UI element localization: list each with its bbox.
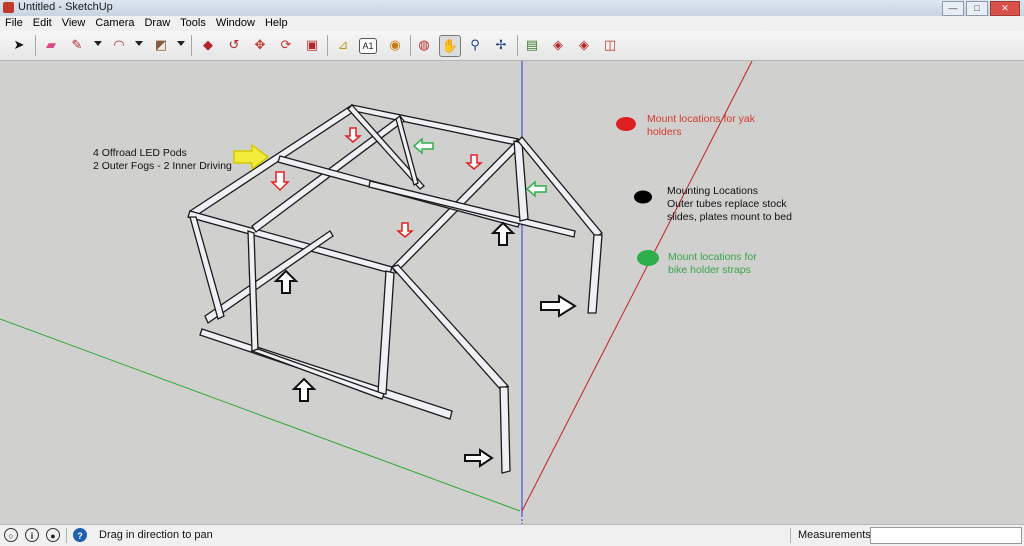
- orbit-tool[interactable]: ◍: [414, 35, 434, 55]
- frame-tube: [513, 140, 529, 222]
- arrow-cursor-icon: ➤: [13, 37, 25, 52]
- minimize-button[interactable]: —: [942, 1, 964, 16]
- frame-tube: [499, 386, 511, 474]
- frame-tube: [247, 230, 259, 352]
- push-pull-tool[interactable]: ◆: [198, 35, 218, 55]
- mounting-locations-note: Mounting Locations Outer tubes replace s…: [667, 185, 792, 223]
- status-bar: ○ i ● ? Drag in direction to pan Measure…: [0, 524, 1024, 546]
- pan-tool[interactable]: ✋: [439, 35, 461, 57]
- status-divider: [66, 528, 67, 543]
- follow-me-tool[interactable]: ↺: [224, 35, 244, 55]
- rectangle-tool[interactable]: ◩: [151, 35, 171, 55]
- user-icon[interactable]: ●: [46, 528, 60, 542]
- measurements-label: Measurements: [798, 529, 871, 541]
- toolbar-separator: [191, 35, 192, 56]
- rectangle-dropdown-icon[interactable]: [177, 41, 185, 46]
- black-arrow: [273, 221, 577, 468]
- magnifier-icon: ⚲: [470, 37, 480, 52]
- geo-location-icon[interactable]: ○: [4, 528, 18, 542]
- toolbar-separator: [517, 35, 518, 56]
- maximize-button[interactable]: □: [966, 1, 988, 16]
- frame-tube: [204, 230, 334, 324]
- menu-help[interactable]: Help: [260, 16, 293, 31]
- pencil-dropdown-icon[interactable]: [94, 41, 102, 46]
- menu-camera[interactable]: Camera: [90, 16, 139, 31]
- help-icon[interactable]: ?: [73, 528, 87, 542]
- share-model-icon: ◈: [553, 37, 563, 52]
- offset-icon: ▣: [305, 37, 319, 52]
- paint-bucket-icon: ◉: [389, 37, 401, 52]
- extension-icon: ◫: [603, 37, 617, 52]
- model-canvas: [0, 61, 753, 524]
- tape-measure-icon: ⊿: [337, 37, 349, 52]
- sketchup-logo-icon: [3, 2, 14, 13]
- yak-mount-note: Mount locations for yak holders: [647, 113, 755, 138]
- arc-icon: ◠: [113, 37, 125, 52]
- menu-window[interactable]: Window: [211, 16, 260, 31]
- status-divider: [790, 528, 791, 543]
- zoom-tool[interactable]: ⚲: [465, 35, 485, 55]
- info-icon[interactable]: i: [25, 528, 39, 542]
- select-tool[interactable]: ➤: [9, 35, 29, 55]
- warehouse-icon: ▤: [525, 37, 539, 52]
- toolbar: ➤ ▰ ✎ ◠ ◩ ◆ ↺ ✥ ⟳ ▣ ⊿ A1 ◉ ◍ ✋ ⚲ ✢ ▤ ◈ ◈…: [0, 31, 1024, 61]
- menu-tools[interactable]: Tools: [175, 16, 211, 31]
- push-pull-icon: ◆: [203, 37, 213, 52]
- eraser-tool[interactable]: ▰: [41, 35, 61, 55]
- pencil-icon: ✎: [71, 37, 83, 52]
- title-bar: Untitled - SketchUp — □ ✕: [0, 0, 1024, 17]
- share-component-icon: ◈: [579, 37, 589, 52]
- arc-tool[interactable]: ◠: [109, 35, 129, 55]
- rotate-icon: ⟳: [280, 37, 292, 52]
- frame-tube: [250, 348, 385, 400]
- offset-tool[interactable]: ▣: [302, 35, 322, 55]
- orbit-icon: ◍: [418, 37, 430, 52]
- red-dot: [616, 117, 636, 131]
- led-pods-note: 4 Offroad LED Pods 2 Outer Fogs - 2 Inne…: [93, 147, 232, 172]
- status-message: Drag in direction to pan: [99, 529, 213, 541]
- zoom-extents-tool[interactable]: ✢: [491, 35, 511, 55]
- move-tool[interactable]: ✥: [250, 35, 270, 55]
- zoom-extents-icon: ✢: [495, 37, 507, 52]
- pencil-tool[interactable]: ✎: [67, 35, 87, 55]
- get-models-tool[interactable]: ▤: [522, 35, 542, 55]
- menu-view[interactable]: View: [57, 16, 91, 31]
- black-dot: [634, 190, 652, 204]
- tape-measure-tool[interactable]: ⊿: [333, 35, 353, 55]
- measurements-input[interactable]: [870, 527, 1022, 544]
- menu-edit[interactable]: Edit: [28, 16, 57, 31]
- toolbar-separator: [410, 35, 411, 56]
- eraser-icon: ▰: [46, 37, 56, 52]
- window-title: Untitled - SketchUp: [18, 1, 113, 13]
- hand-icon: ✋: [441, 38, 459, 53]
- follow-me-icon: ↺: [228, 37, 240, 52]
- paint-bucket-tool[interactable]: ◉: [385, 35, 405, 55]
- share-model-tool[interactable]: ◈: [548, 35, 568, 55]
- share-component-tool[interactable]: ◈: [574, 35, 594, 55]
- arc-dropdown-icon[interactable]: [135, 41, 143, 46]
- frame-tube: [390, 264, 510, 390]
- green-dot: [637, 250, 659, 266]
- menu-file[interactable]: File: [0, 16, 28, 31]
- toolbar-separator: [327, 35, 328, 56]
- move-icon: ✥: [254, 37, 266, 52]
- rotate-tool[interactable]: ⟳: [276, 35, 296, 55]
- frame-tube: [377, 270, 395, 395]
- close-button[interactable]: ✕: [990, 1, 1020, 16]
- bike-mount-note: Mount locations for bike holder straps: [668, 251, 757, 276]
- text-tool[interactable]: A1: [359, 38, 377, 54]
- toolbar-separator: [35, 35, 36, 56]
- menu-bar: File Edit View Camera Draw Tools Window …: [0, 16, 1024, 31]
- frame-tube: [189, 216, 225, 320]
- extension-warehouse-tool[interactable]: ◫: [600, 35, 620, 55]
- menu-draw[interactable]: Draw: [139, 16, 175, 31]
- text-icon: A1: [362, 41, 374, 51]
- rectangle-icon: ◩: [154, 37, 168, 52]
- drawing-viewport[interactable]: 4 Offroad LED Pods 2 Outer Fogs - 2 Inne…: [0, 61, 1024, 524]
- frame-tube: [587, 234, 603, 314]
